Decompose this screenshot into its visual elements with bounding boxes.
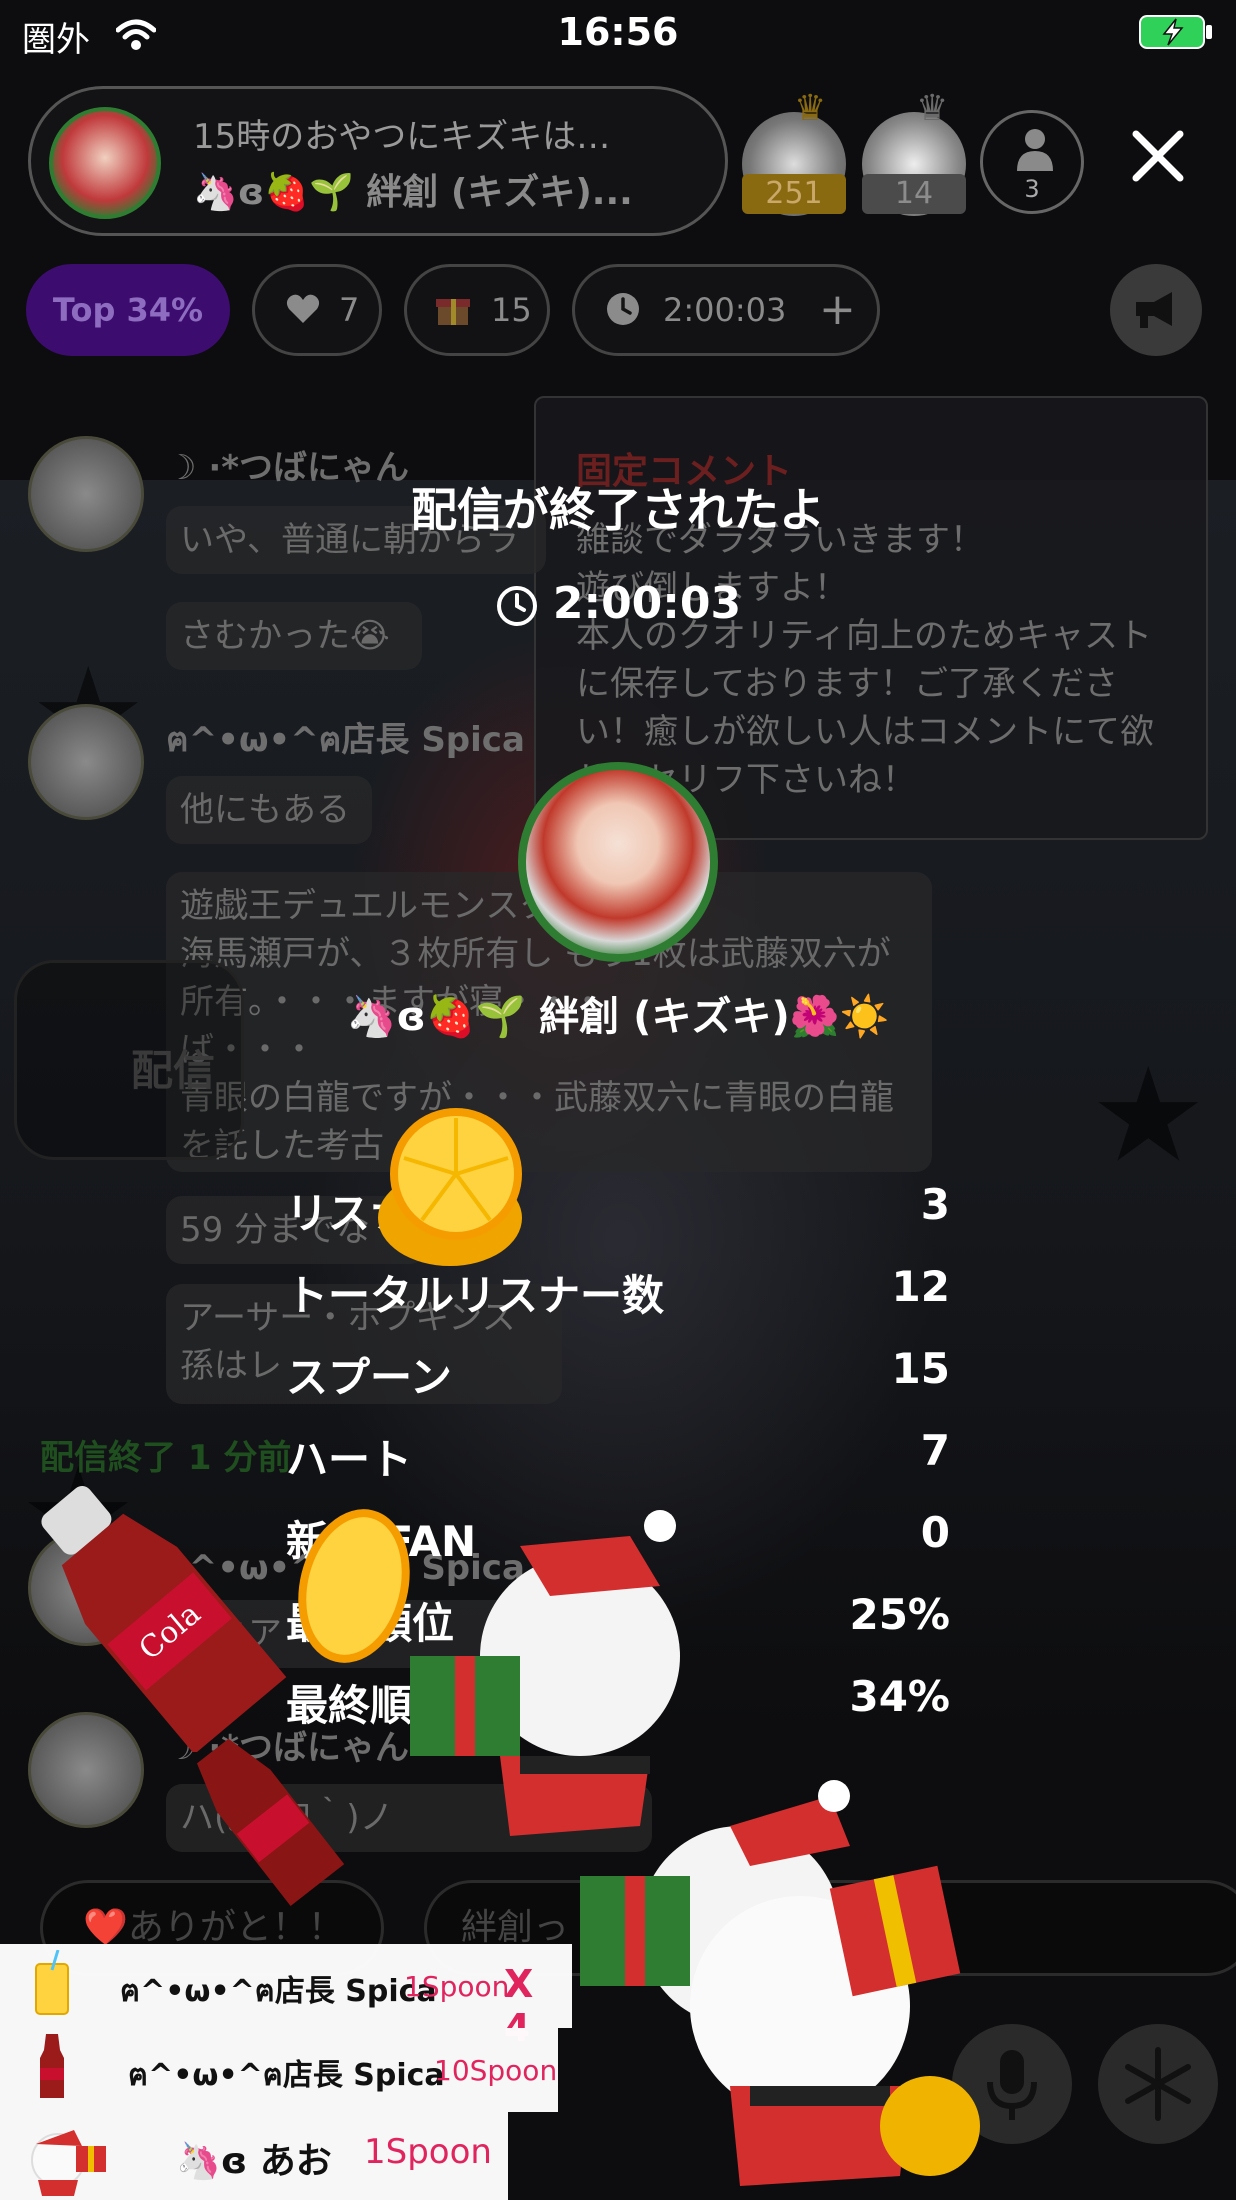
microphone-icon (987, 2050, 1037, 2120)
stat-row: リスナー 3 (286, 1170, 950, 1252)
chat-avatar[interactable] (28, 1712, 144, 1828)
host-avatar[interactable] (49, 107, 161, 219)
live-title: 15時のおやつにキズキは… (193, 117, 611, 157)
gift-sender: ฅ^•ω•^ฅ店長 Spica (128, 2058, 445, 2093)
extend-time-plus-icon[interactable]: + (819, 267, 856, 353)
gift-notification: 🦄ɞ あお 1Spoon (0, 2112, 508, 2200)
stat-row: 最高順位 25% (286, 1580, 950, 1662)
snowflake-icon (1125, 2047, 1191, 2121)
announcement-button[interactable] (1110, 264, 1202, 356)
stat-row: 最終順位 34% (286, 1662, 950, 1744)
chat-message: 他にもある (166, 776, 372, 844)
crown-icon: ♛ (916, 88, 949, 129)
stat-label: 新規 FAN (286, 1517, 477, 1566)
host-name: 🦄ɞ🍓🌱 絆創 (キズキ)... (193, 172, 633, 213)
pinned-comment-body: 雑談でダラダラいきます！ 遊び倒しますよ！ 本人のクオリティ向上のためキャストに… (576, 520, 1154, 800)
host-avatar-large (518, 762, 718, 962)
crown-icon: ♛ (794, 88, 827, 129)
stat-value: 12 (891, 1262, 950, 1311)
side-balloon-label: 配信 (131, 1046, 216, 1095)
stat-value: 0 (920, 1508, 950, 1557)
stat-row: トータルリスナー数 12 (286, 1252, 950, 1334)
gift-amount: 1Spoon (404, 1970, 510, 2003)
stat-value: 15 (891, 1344, 950, 1393)
spoon-count: 15 (491, 291, 532, 329)
clock-icon (496, 586, 537, 626)
stat-value: 34% (849, 1672, 950, 1721)
close-icon[interactable] (1126, 124, 1190, 188)
broadcast-ended-title: 配信が終了されたよ (411, 483, 825, 537)
timer-value: 2:00:03 (663, 291, 787, 329)
gift-notification: ฅ^•ω•^ฅ店長 Spica 10Spoon (0, 2028, 558, 2112)
listener-count: 3 (1024, 175, 1040, 203)
gift-icon (436, 299, 470, 325)
heart-icon (286, 294, 320, 323)
star-decoration: ★ (1090, 1039, 1207, 1191)
stat-label: トータルリスナー数 (286, 1271, 665, 1320)
mic-button[interactable] (952, 2024, 1072, 2144)
clock-time: 16:56 (557, 10, 679, 54)
battery-charging-icon (1139, 15, 1212, 49)
stat-value: 3 (920, 1180, 950, 1229)
heart-count-chip[interactable]: 7 (252, 264, 382, 356)
stat-row: スプーン 15 (286, 1334, 950, 1416)
stat-value: 7 (920, 1426, 950, 1475)
chat-username[interactable]: ฅ^•ω•^ฅ店長 Spica (166, 712, 525, 766)
lemonade-icon (35, 1950, 69, 2015)
gift-notification: ฅ^•ω•^ฅ店長 Spica 1Spoon X 4 (0, 1944, 572, 2050)
person-icon (1017, 129, 1053, 171)
chat-avatar[interactable] (28, 704, 144, 820)
listener-list-button[interactable]: 3 (980, 110, 1084, 214)
stat-row: ハート 7 (286, 1416, 950, 1498)
broadcast-duration: 2:00:03 (0, 578, 1236, 629)
gift-sender: ฅ^•ω•^ฅ店長 Spica (120, 1974, 437, 2009)
stat-row: 新規 FAN 0 (286, 1498, 950, 1580)
top-fan-count-1: 251 (742, 174, 846, 214)
cola-bottle-icon (40, 2034, 64, 2098)
status-bar: 圏外 16:56 (0, 0, 1236, 68)
stat-value: 25% (849, 1590, 950, 1639)
system-message: 配信終了 1 分前 (40, 1438, 292, 1478)
effect-button[interactable] (1098, 2024, 1218, 2144)
top-fan-count-2: 14 (862, 174, 966, 214)
chat-avatar[interactable] (28, 1530, 144, 1646)
megaphone-icon (1136, 292, 1172, 328)
stat-label: リスナー (286, 1189, 455, 1238)
gift-amount: 1Spoon (364, 2132, 492, 2172)
timer-chip[interactable]: 2:00:03 + (572, 264, 880, 356)
host-name-large: 🦄ɞ🍓🌱 絆創 (キズキ)🌺☀️ (346, 994, 890, 1040)
stat-label: ハート (286, 1435, 413, 1484)
gift-amount: 10Spoon (434, 2054, 558, 2087)
duration-value: 2:00:03 (552, 578, 742, 629)
heart-count: 7 (339, 291, 360, 329)
stat-label: スプーン (286, 1353, 452, 1402)
chat-message: ハ(。´口｀)ノ (166, 1784, 652, 1852)
stat-label: 最終順位 (286, 1681, 455, 1730)
live-info-pill[interactable]: 15時のおやつにキズキは… 🦄ɞ🍓🌱 絆創 (キズキ)... (28, 86, 728, 236)
broadcast-stats: リスナー 3 トータルリスナー数 12 スプーン 15 ハート 7 新規 FAN… (286, 1170, 950, 1744)
top-rank-chip[interactable]: Top 34% (26, 264, 230, 356)
gift-sender: 🦄ɞ あお (176, 2141, 332, 2182)
stat-label: 最高順位 (286, 1599, 455, 1648)
clock-icon (607, 293, 639, 325)
spoon-count-chip[interactable]: 15 (404, 264, 550, 356)
santa-icon (31, 2130, 106, 2196)
